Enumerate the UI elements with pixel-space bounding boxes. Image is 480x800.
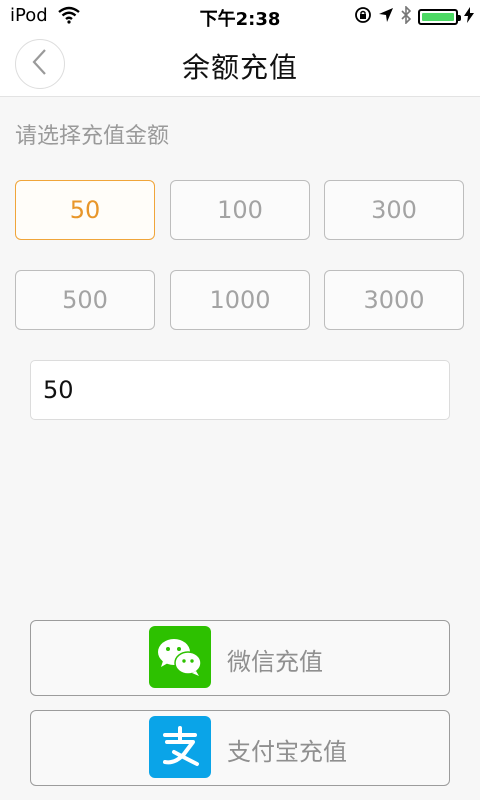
amount-option-500[interactable]: 500 xyxy=(15,270,155,330)
alipay-button[interactable]: 支付宝充值 xyxy=(30,710,450,786)
alipay-icon xyxy=(149,716,211,778)
page-title: 余额充值 xyxy=(181,51,298,84)
navbar: 余额充值 xyxy=(0,32,480,97)
amount-section-label: 请选择充值金额 xyxy=(15,124,170,149)
amount-option-3000[interactable]: 3000 xyxy=(324,270,464,330)
amount-option-1000[interactable]: 1000 xyxy=(170,270,310,330)
rotation-lock-icon xyxy=(354,6,372,28)
battery-icon xyxy=(418,9,461,25)
status-bar: iPod 下午2:38 xyxy=(0,0,480,32)
bluetooth-icon xyxy=(400,5,412,28)
status-icons xyxy=(354,5,474,28)
wechat-icon xyxy=(149,626,211,688)
wechat-pay-label: 微信充值 xyxy=(227,648,323,676)
amount-option-50[interactable]: 50 xyxy=(15,180,155,240)
wechat-pay-button[interactable]: 微信充值 xyxy=(30,620,450,696)
amount-option-300[interactable]: 300 xyxy=(324,180,464,240)
amount-input[interactable]: 50 xyxy=(30,360,450,420)
amount-option-100[interactable]: 100 xyxy=(170,180,310,240)
alipay-label: 支付宝充值 xyxy=(227,738,347,766)
location-icon xyxy=(378,7,394,27)
charging-icon xyxy=(464,7,474,27)
battery-fill xyxy=(422,13,454,21)
